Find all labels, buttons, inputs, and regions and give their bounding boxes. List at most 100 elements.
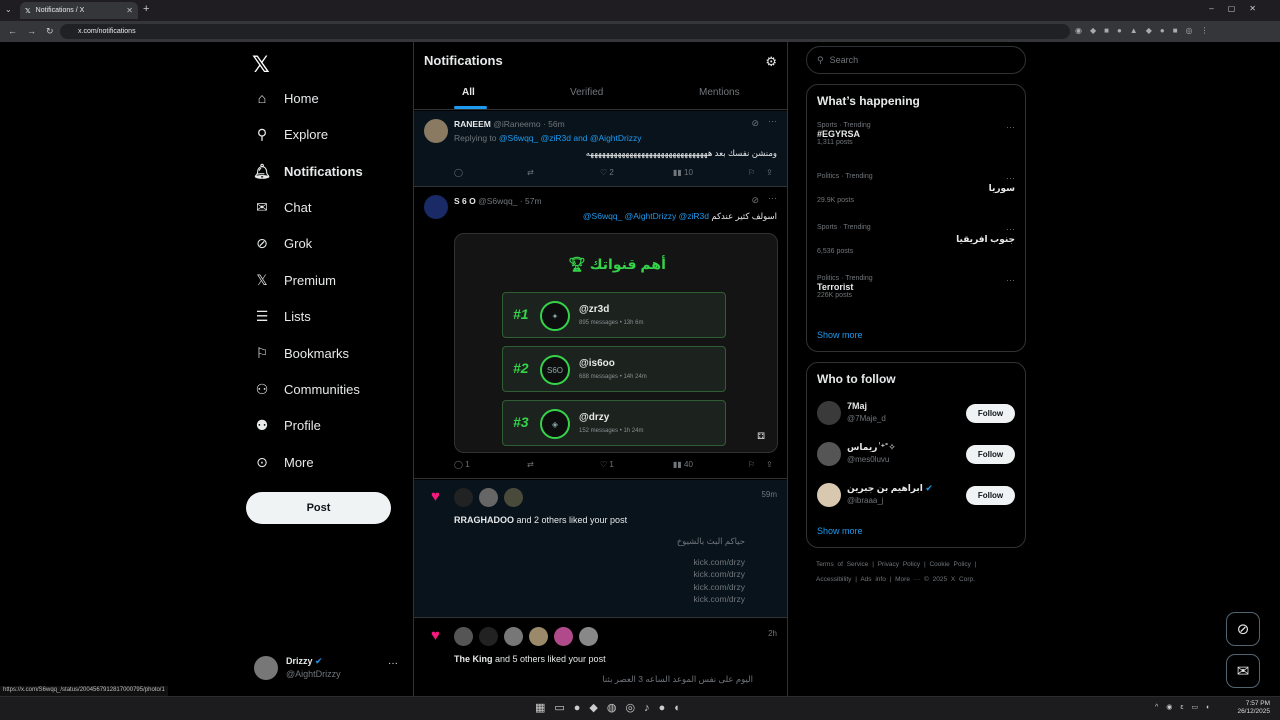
more-circle-icon: ⊙ bbox=[256, 453, 268, 470]
post-image[interactable]: 🏆︎ أهم قنواتك #1 ✦ @zr3d 895 messages • 13h… bbox=[454, 233, 778, 453]
account-switcher[interactable]: Drizzy ✔ @AightDrizzy ··· bbox=[254, 654, 404, 684]
nav-grok[interactable]: ⊘ Grok bbox=[252, 233, 312, 253]
mention-links[interactable]: @S6wqq_ @AightDrizzy @ziR3d bbox=[583, 211, 709, 221]
tab-mentions[interactable]: Mentions bbox=[699, 87, 740, 98]
nav-chat[interactable]: ✉ Chat bbox=[252, 197, 311, 217]
footer-links[interactable]: Terms of Service | Privacy Policy | Cook… bbox=[816, 561, 976, 568]
follow-button[interactable]: Follow bbox=[966, 445, 1015, 464]
like-button[interactable]: ♡ 2 bbox=[600, 168, 614, 177]
liked-post-preview: حياكم البث بالشيوخ kick.com/drzy kick.co… bbox=[677, 535, 745, 606]
post-time: · 56m bbox=[542, 119, 565, 129]
like-notification[interactable]: ♥ 59m RRAGHADOO and 2 others liked your … bbox=[414, 480, 787, 618]
search-placeholder: Search bbox=[829, 55, 859, 65]
nav-bookmarks[interactable]: ⚐ Bookmarks bbox=[252, 343, 349, 363]
views-button[interactable]: ▮▮ 40 bbox=[673, 460, 693, 469]
footer-links[interactable]: Accessibility | Ads info | More ··· © 20… bbox=[816, 576, 975, 583]
user-handle: @7Maje_d bbox=[847, 414, 886, 423]
tab-all[interactable]: All bbox=[462, 87, 475, 98]
close-tab-icon[interactable]: ✕ bbox=[126, 6, 133, 15]
url-field[interactable]: x.com/notifications bbox=[60, 24, 1070, 39]
trend-item[interactable]: Sports · Trending #EGYRSA 1,311 posts ··… bbox=[817, 122, 1015, 146]
trend-meta: Sports · Trending bbox=[817, 122, 871, 129]
messages-icon[interactable]: ✉ bbox=[1226, 654, 1260, 688]
more-dots-icon[interactable]: ··· bbox=[1006, 275, 1015, 285]
nav-communities[interactable]: ⚇ Communities bbox=[252, 379, 360, 399]
trend-item[interactable]: Politics · Trending سوريا 29.9K posts ··… bbox=[817, 173, 1015, 204]
whats-happening-card: What’s happening Sports · Trending #EGYR… bbox=[806, 84, 1026, 352]
nav-notifications[interactable]: 🔔︎ Notifications bbox=[252, 161, 363, 181]
more-dots-icon[interactable]: ··· bbox=[768, 116, 777, 126]
reply-notification[interactable]: RANEEM @iRaneemo · 56m ⊘ ··· Replying to… bbox=[414, 111, 787, 187]
tray-icons[interactable]: ^◉ε▭◐ bbox=[1155, 703, 1218, 711]
more-dots-icon[interactable]: ··· bbox=[1006, 122, 1015, 132]
account-handle: @AightDrizzy bbox=[286, 669, 341, 679]
more-dots-icon[interactable]: ··· bbox=[1006, 173, 1015, 183]
follow-button[interactable]: Follow bbox=[966, 404, 1015, 423]
taskbar-app-icons[interactable]: ▦▭●◆◍◎♪●◐ bbox=[535, 701, 690, 714]
avatar bbox=[424, 119, 448, 143]
show-more-link[interactable]: Show more bbox=[817, 526, 863, 536]
post-button[interactable]: Post bbox=[246, 492, 391, 524]
nav-label: More bbox=[284, 454, 314, 470]
share-icon[interactable]: ⇪ bbox=[766, 168, 773, 177]
avatar bbox=[479, 627, 498, 646]
trend-item[interactable]: Sports · Trending جنوب افريقيا 6,536 pos… bbox=[817, 224, 1015, 255]
rank-name: @zr3d bbox=[579, 304, 610, 315]
nav-lists[interactable]: ☰ Lists bbox=[252, 306, 311, 326]
like-count: 2 bbox=[609, 168, 614, 177]
bookmark-icon[interactable]: ⚐ bbox=[748, 168, 755, 177]
mail-icon: ✉ bbox=[256, 198, 268, 215]
reply-users-link[interactable]: @S6wqq_ @ziR3d and @AightDrizzy bbox=[499, 133, 642, 143]
nav-profile[interactable]: ⚉ Profile bbox=[252, 415, 321, 435]
browser-tab[interactable]: 𝕏 Notifications / X ✕ bbox=[20, 2, 138, 19]
show-more-link[interactable]: Show more bbox=[817, 330, 863, 340]
notification-time: 59m bbox=[761, 490, 777, 499]
nav-more[interactable]: ⊙ More bbox=[252, 452, 314, 472]
views-button[interactable]: ▮▮ 10 bbox=[673, 168, 693, 177]
grok-icon[interactable]: ⊘ bbox=[751, 118, 759, 129]
like-count: 1 bbox=[609, 460, 614, 469]
nav-explore[interactable]: ⚲ Explore bbox=[252, 124, 328, 144]
retweet-icon[interactable]: ⇄ bbox=[527, 460, 534, 469]
heart-icon: ♥ bbox=[431, 627, 440, 644]
author-handle: @iRaneemo bbox=[493, 119, 541, 129]
like-button[interactable]: ♡ 1 bbox=[600, 460, 614, 469]
nav-label: Profile bbox=[284, 417, 321, 433]
new-tab-icon[interactable]: + bbox=[143, 3, 149, 15]
tab-menu-icon[interactable]: ⌄ bbox=[5, 5, 12, 14]
nav-label: Communities bbox=[284, 381, 360, 397]
retweet-icon[interactable]: ⇄ bbox=[527, 168, 534, 177]
share-icon[interactable]: ⇪ bbox=[766, 460, 773, 469]
grok-icon[interactable]: ⊘ bbox=[751, 195, 759, 206]
reply-icon[interactable]: ◯ bbox=[454, 168, 463, 177]
extension-icons[interactable]: ◉◆■●▲◆●■◎⋮ bbox=[1075, 26, 1217, 35]
avatar bbox=[817, 483, 841, 507]
follow-button[interactable]: Follow bbox=[966, 486, 1015, 505]
like-notification[interactable]: ♥ 2h The King and 5 others liked your po… bbox=[414, 619, 787, 696]
nav-buttons-icon[interactable]: ←→↻ bbox=[8, 26, 64, 37]
more-dots-icon[interactable]: ··· bbox=[1006, 224, 1015, 234]
trend-item[interactable]: Politics · Trending Terrorist 226K posts… bbox=[817, 275, 1015, 299]
rank-name: @drzy bbox=[579, 412, 610, 423]
search-input[interactable]: ⚲ Search bbox=[806, 46, 1026, 74]
grok-icon[interactable]: ⊘ bbox=[1226, 612, 1260, 646]
trend-name: #EGYRSA bbox=[817, 129, 861, 139]
nav-premium[interactable]: 𝕏 Premium bbox=[252, 270, 336, 290]
mention-notification[interactable]: S 6 O @S6wqq_ · 57m ⊘ ··· @S6wqq_ @Aight… bbox=[414, 188, 787, 479]
x-home-logo-icon[interactable]: 𝕏 bbox=[252, 52, 270, 78]
media-icon[interactable]: ⚃ bbox=[757, 431, 765, 442]
more-dots-icon[interactable]: ··· bbox=[388, 658, 398, 669]
window-controls[interactable]: –▢✕ bbox=[1209, 4, 1270, 13]
trend-meta: Politics · Trending bbox=[817, 173, 873, 180]
avatar bbox=[579, 627, 598, 646]
nav-home[interactable]: ⌂ Home bbox=[252, 88, 319, 108]
preview-line: kick.com/drzy bbox=[693, 556, 745, 567]
gear-icon[interactable]: ⚙ bbox=[765, 54, 777, 70]
liker-name[interactable]: RRAGHADOO bbox=[454, 515, 514, 525]
more-dots-icon[interactable]: ··· bbox=[768, 193, 777, 203]
liker-name[interactable]: The King bbox=[454, 654, 493, 664]
bookmark-icon[interactable]: ⚐ bbox=[748, 460, 755, 469]
reply-button[interactable]: ◯ 1 bbox=[454, 460, 470, 469]
tab-verified[interactable]: Verified bbox=[570, 87, 603, 98]
